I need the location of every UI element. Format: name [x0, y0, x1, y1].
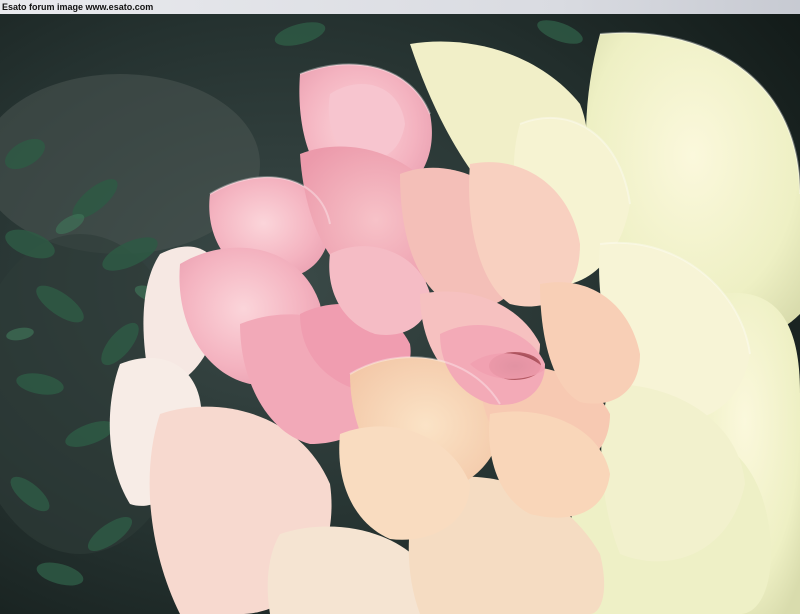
watermark-banner: Esato forum image www.esato.com — [0, 0, 800, 14]
rose-photo — [0, 14, 800, 614]
image-viewer: Esato forum image www.esato.com — [0, 0, 800, 614]
rose-illustration — [0, 14, 800, 614]
watermark-text: Esato forum image www.esato.com — [2, 2, 154, 12]
